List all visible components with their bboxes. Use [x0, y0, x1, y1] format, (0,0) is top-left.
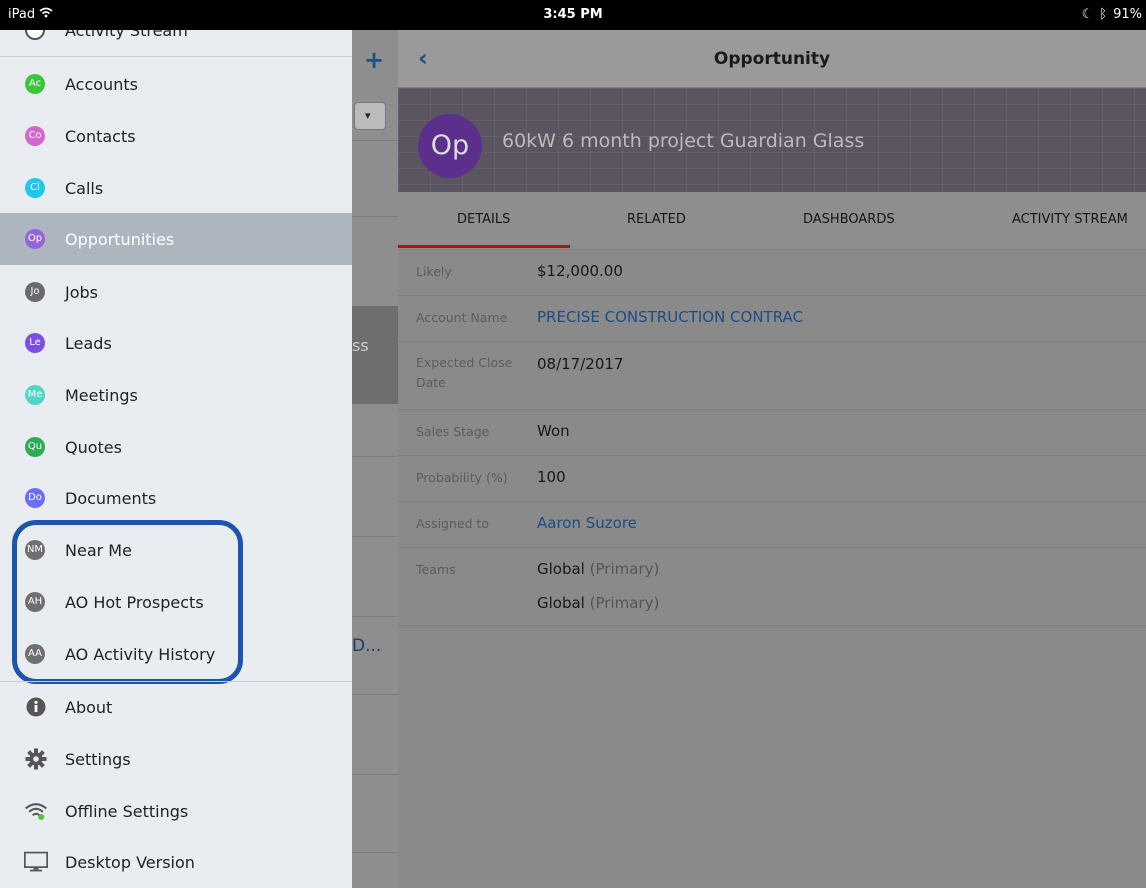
sidebar-item-desktop-version[interactable]: Desktop Version [0, 836, 352, 888]
monitor-icon [24, 850, 48, 874]
field-account-name: Account Name PRECISE CONSTRUCTION CONTRA… [398, 296, 1146, 342]
sidebar-item-about[interactable]: About [0, 681, 352, 733]
calls-badge-icon: Cl [25, 178, 45, 198]
moon-icon: ☾ [1081, 7, 1094, 22]
plus-icon[interactable]: + [364, 46, 384, 74]
sidebar-item-calls[interactable]: Cl Calls [0, 162, 352, 214]
contacts-badge-icon: Co [25, 126, 45, 146]
field-probability: Probability (%) 100 [398, 456, 1146, 502]
meetings-badge-icon: Me [25, 385, 45, 405]
filter-select[interactable]: ▾ [354, 102, 386, 130]
account-link[interactable]: PRECISE CONSTRUCTION CONTRAC [537, 308, 803, 326]
quotes-badge-icon: Qu [25, 437, 45, 457]
assigned-user-link[interactable]: Aaron Suzore [537, 514, 637, 532]
list-column: + ▾ ss D... [352, 30, 398, 888]
status-bar: iPad 3:45 PM ☾ ᛒ 91% [0, 0, 1146, 30]
bluetooth-icon: ᛒ [1099, 7, 1108, 22]
sidebar-item-contacts[interactable]: Co Contacts [0, 110, 352, 162]
sidebar-item-offline-settings[interactable]: Offline Settings [0, 785, 352, 837]
field-expected-close: Expected Close Date 08/17/2017 [398, 342, 1146, 410]
record-header: Op 60kW 6 month project Guardian Glass [398, 88, 1146, 192]
detail-tabs: DETAILS RELATED DASHBOARDS ACTIVITY STRE… [398, 192, 1146, 250]
detail-topbar: ‹ Opportunity [398, 30, 1146, 88]
record-avatar: Op [418, 114, 482, 178]
annotation-highlight-box [12, 520, 243, 684]
team-2: Global (Primary) [537, 594, 660, 612]
field-likely: Likely $12,000.00 [398, 250, 1146, 296]
sidebar-menu: Activity Stream Ac Accounts Co Contacts … [0, 30, 352, 888]
activity-stream-icon [25, 30, 45, 40]
sidebar-item-documents[interactable]: Do Documents [0, 472, 352, 524]
documents-badge-icon: Do [25, 488, 45, 508]
sidebar-item-opportunities[interactable]: Op Opportunities [0, 213, 352, 265]
leads-badge-icon: Le [25, 333, 45, 353]
team-1: Global (Primary) [537, 560, 660, 578]
sidebar-item-activity-stream[interactable]: Activity Stream [0, 30, 352, 56]
tab-details[interactable]: DETAILS [457, 212, 510, 227]
gear-icon [24, 747, 48, 771]
opportunities-badge-icon: Op [25, 229, 45, 249]
sidebar-item-jobs[interactable]: Jo Jobs [0, 266, 352, 318]
sidebar-item-accounts[interactable]: Ac Accounts [0, 58, 352, 110]
tab-related[interactable]: RELATED [627, 212, 686, 227]
field-sales-stage: Sales Stage Won [398, 410, 1146, 456]
active-tab-indicator [398, 245, 570, 248]
jobs-badge-icon: Jo [25, 282, 45, 302]
info-icon [24, 695, 48, 719]
field-teams: Teams Global (Primary) Global (Primary) [398, 548, 1146, 626]
detail-panel: ‹ Opportunity Op 60kW 6 month project Gu… [398, 30, 1146, 888]
tab-activity-stream[interactable]: ACTIVITY STREAM [1012, 212, 1128, 227]
sidebar-item-quotes[interactable]: Qu Quotes [0, 421, 352, 473]
list-item-selected[interactable]: ss [352, 306, 398, 404]
field-assigned-to: Assigned to Aaron Suzore [398, 502, 1146, 548]
sidebar-item-meetings[interactable]: Me Meetings [0, 369, 352, 421]
clock: 3:45 PM [543, 7, 603, 22]
wifi-icon [24, 799, 48, 823]
detail-title: Opportunity [713, 49, 831, 69]
record-name: 60kW 6 month project Guardian Glass [502, 130, 865, 152]
sidebar-item-settings[interactable]: Settings [0, 733, 352, 785]
list-item-truncated[interactable]: D... [352, 636, 381, 656]
sidebar-item-leads[interactable]: Le Leads [0, 317, 352, 369]
accounts-badge-icon: Ac [25, 74, 45, 94]
tab-dashboards[interactable]: DASHBOARDS [803, 212, 895, 227]
battery-percent: 91% [1113, 7, 1142, 22]
